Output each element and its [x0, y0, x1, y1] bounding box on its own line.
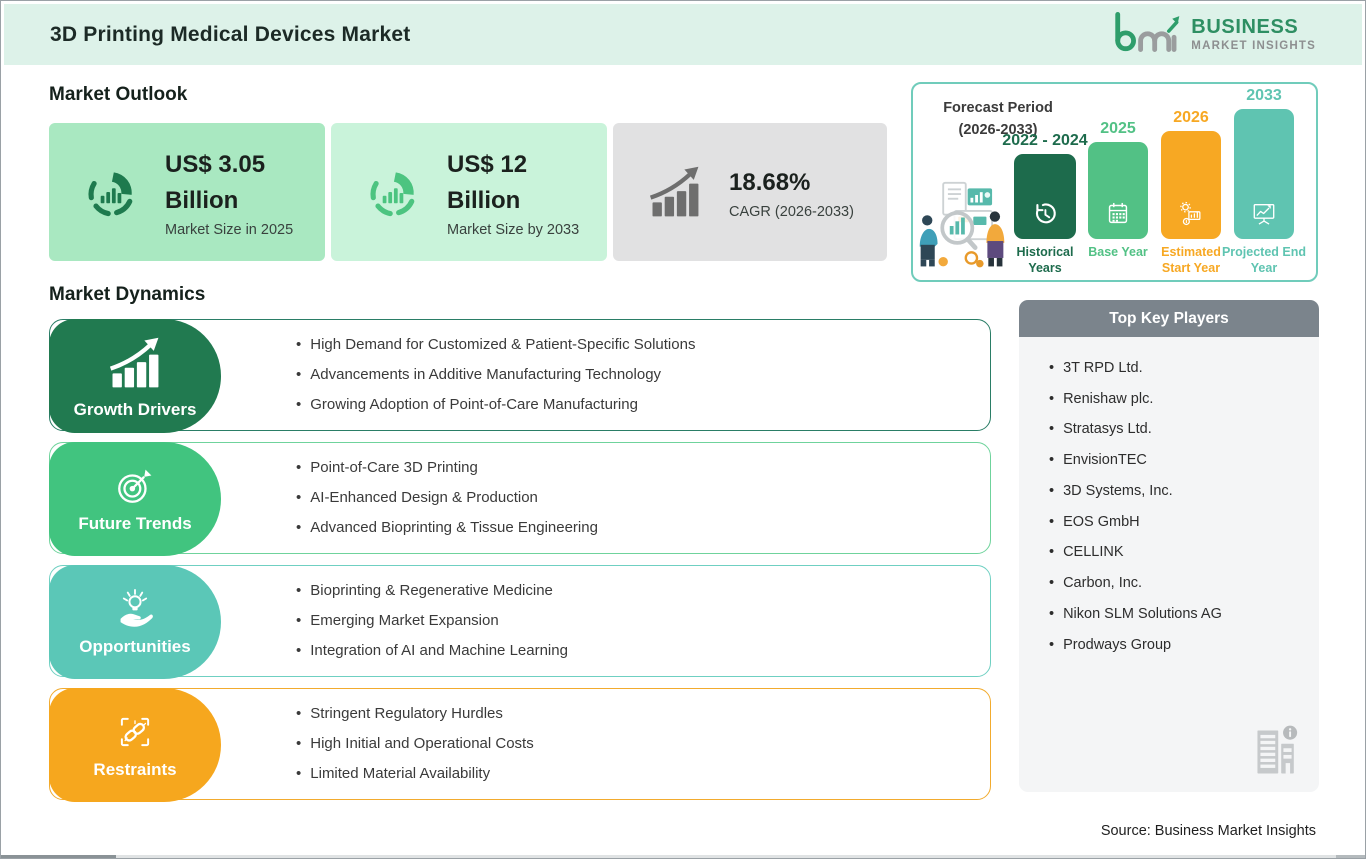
dynamics-bullet-list: Stringent Regulatory HurdlesHigh Initial… — [296, 699, 534, 789]
forecast-bar — [1161, 131, 1221, 239]
dynamics-label-pill: Future Trends — [49, 442, 221, 556]
card-caption: CAGR (2026-2033) — [729, 203, 854, 220]
dynamics-row: Future Trends Point-of-Care 3D PrintingAI… — [49, 442, 991, 556]
key-player-item: 3D Systems, Inc. — [1049, 476, 1319, 507]
card-value-line2: Billion — [165, 186, 239, 214]
dynamics-bullet-list: Bioprinting & Regenerative MedicineEmerg… — [296, 576, 568, 666]
top-key-players-heading: Top Key Players — [1019, 300, 1319, 337]
top-key-players-panel: Top Key Players 3T RPD Ltd.Renishaw plc.… — [1019, 300, 1319, 792]
brand-logo: BUSINESS MARKET INSIGHTS — [1108, 10, 1316, 59]
logo-line1: BUSINESS — [1191, 15, 1299, 38]
donut-chart-icon — [363, 162, 423, 222]
growth-chart-icon — [105, 333, 165, 393]
people-analytics-illustration — [915, 179, 1009, 278]
key-player-item: Carbon, Inc. — [1049, 568, 1319, 599]
dynamics-bullet-item: Point-of-Care 3D Printing — [296, 453, 598, 483]
bmi-logo-icon — [1108, 10, 1182, 59]
donut-chart-icon — [81, 162, 141, 222]
dynamics-bullet-item: High Initial and Operational Costs — [296, 729, 533, 759]
dynamics-label: Future Trends — [78, 513, 192, 533]
dynamics-bullet-item: High Demand for Customized & Patient-Spe… — [296, 330, 695, 360]
card-caption: Market Size by 2033 — [447, 221, 580, 238]
forecast-period-line1: Forecast Period — [943, 100, 1053, 116]
key-player-item: 3T RPD Ltd. — [1049, 353, 1319, 384]
calendar-icon — [1105, 200, 1132, 232]
dynamics-bullet-item: Integration of AI and Machine Learning — [296, 636, 568, 666]
link-icon — [114, 711, 156, 753]
dynamics-bullet-item: Limited Material Availability — [296, 759, 534, 789]
dynamics-bullet-item: Advanced Bioprinting & Tissue Engineerin… — [296, 513, 598, 543]
target-icon — [114, 465, 156, 507]
dynamics-bullet-list: Point-of-Care 3D PrintingAI-Enhanced Des… — [296, 453, 598, 543]
card-value-line2: Billion — [447, 186, 521, 214]
logo-line2: MARKET INSIGHTS — [1191, 39, 1316, 52]
horizontal-scrollbar-thumb[interactable] — [1, 855, 116, 858]
dynamics-bullet-item: Stringent Regulatory Hurdles — [296, 699, 534, 729]
key-players-list: 3T RPD Ltd.Renishaw plc.Stratasys Ltd.En… — [1019, 337, 1319, 660]
dynamics-label-pill: Growth Drivers — [49, 319, 221, 433]
forecast-bar-year: 2033 — [1246, 87, 1282, 104]
key-player-item: EOS GmbH — [1049, 507, 1319, 538]
presentation-chart-icon — [1251, 200, 1278, 232]
dynamics-row: Restraints Stringent Regulatory HurdlesHi… — [49, 688, 991, 802]
key-player-item: CELLINK — [1049, 537, 1319, 568]
key-player-item: Stratasys Ltd. — [1049, 414, 1319, 445]
dynamics-label: Restraints — [93, 759, 177, 779]
forecast-bar-caption: Projected End Year — [1221, 245, 1307, 276]
card-value: US$ 12 — [447, 150, 528, 178]
page-title: 3D Printing Medical Devices Market — [50, 22, 411, 46]
dynamics-label: Growth Drivers — [73, 399, 197, 419]
card-value: 18.68% — [729, 168, 811, 196]
dynamics-label-pill: Opportunities — [49, 565, 221, 679]
forecast-bar-year: 2026 — [1173, 109, 1209, 126]
market-stat-card: 18.68% CAGR (2026-2033) — [613, 123, 887, 261]
dynamics-bullet-item: Bioprinting & Regenerative Medicine — [296, 576, 568, 606]
scrollbar-corner — [1336, 855, 1365, 858]
market-stat-card: US$ 12 Billion Market Size by 2033 — [331, 123, 607, 261]
key-player-item: EnvisionTEC — [1049, 445, 1319, 476]
dynamics-bullet-item: Emerging Market Expansion — [296, 606, 568, 636]
header-bar: 3D Printing Medical Devices Market BUSIN… — [4, 4, 1362, 65]
key-player-item: Renishaw plc. — [1049, 384, 1319, 415]
dynamics-row: Opportunities Bioprinting & Regenerative … — [49, 565, 991, 679]
key-player-item: Prodways Group — [1049, 630, 1319, 661]
market-dynamics-heading: Market Dynamics — [49, 284, 206, 305]
card-caption: Market Size in 2025 — [165, 221, 294, 238]
gear-chart-icon — [1178, 200, 1205, 232]
market-stat-card: US$ 3.05 Billion Market Size in 2025 — [49, 123, 325, 261]
growth-chart-icon — [645, 162, 705, 222]
dynamics-bullet-item: Growing Adoption of Point-of-Care Manufa… — [296, 390, 695, 420]
card-value: US$ 3.05 — [165, 150, 266, 178]
forecast-bar — [1234, 109, 1294, 239]
bulb-hand-icon — [114, 588, 156, 630]
dynamics-row: Growth Drivers High Demand for Customized… — [49, 319, 991, 433]
forecast-bar — [1014, 154, 1076, 239]
dynamics-bullet-list: High Demand for Customized & Patient-Spe… — [296, 330, 695, 420]
dynamics-bullet-item: Advancements in Additive Manufacturing T… — [296, 360, 695, 390]
dynamics-label-pill: Restraints — [49, 688, 221, 802]
forecast-period-panel: Forecast Period (2026-2033) 2022 - 2024 H… — [911, 82, 1318, 282]
horizontal-scrollbar-track — [1, 855, 1365, 858]
market-outlook-heading: Market Outlook — [49, 84, 188, 105]
forecast-bar — [1088, 142, 1148, 239]
infographic-canvas: 3D Printing Medical Devices Market BUSIN… — [0, 0, 1366, 859]
dynamics-label: Opportunities — [79, 636, 191, 656]
building-icon — [1253, 723, 1299, 780]
key-player-item: Nikon SLM Solutions AG — [1049, 599, 1319, 630]
history-clock-icon — [1032, 200, 1059, 232]
source-note: Source: Business Market Insights — [1100, 823, 1316, 839]
dynamics-bullet-item: AI-Enhanced Design & Production — [296, 483, 598, 513]
